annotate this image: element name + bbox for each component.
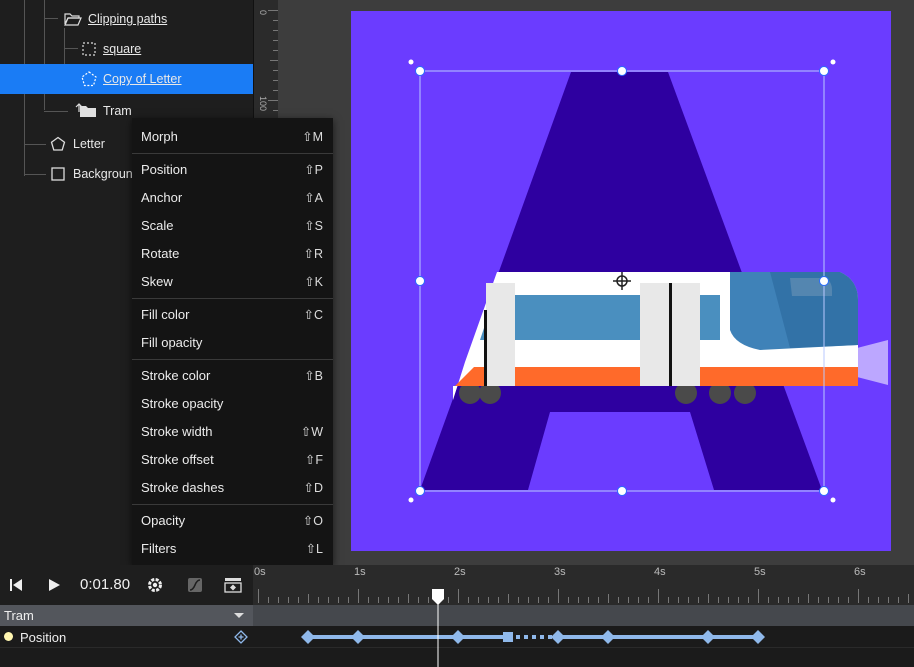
- timeline-panel: 0:01.80 0s 1s 2s 3s 4s 5s 6s Tram Position: [0, 565, 914, 667]
- keyframe[interactable]: [351, 630, 365, 644]
- menu-item-stroke-dashes[interactable]: Stroke dashes ⇧D: [132, 473, 333, 501]
- chevron-down-icon[interactable]: [234, 613, 244, 618]
- menu-item-stroke-width[interactable]: Stroke width ⇧W: [132, 417, 333, 445]
- property-row[interactable]: Position: [0, 626, 253, 648]
- resize-handle: [415, 486, 425, 496]
- rotate-handle: [830, 497, 836, 503]
- track-header[interactable]: Tram: [0, 605, 253, 626]
- keyframe[interactable]: [451, 630, 465, 644]
- skip-to-start-button[interactable]: [5, 574, 27, 596]
- play-icon: [49, 579, 60, 591]
- keyframe-icon: [224, 578, 242, 593]
- menu-item-rotate[interactable]: Rotate ⇧R: [132, 239, 333, 267]
- playhead-handle[interactable]: [432, 589, 444, 605]
- keyframe-toggle-button[interactable]: [222, 574, 244, 596]
- current-time: 0:01.80: [80, 576, 131, 593]
- tram-door: [486, 283, 515, 386]
- gear-icon: [148, 578, 162, 592]
- timeline-toolbar: 0:01.80: [0, 565, 253, 605]
- skip-start-icon: [10, 579, 22, 591]
- bulb-icon[interactable]: [4, 632, 13, 641]
- rotate-handle: [408, 59, 414, 65]
- rotate-handle: [830, 59, 836, 65]
- resize-handle: [617, 66, 627, 76]
- keyframe[interactable]: [601, 630, 615, 644]
- menu-item-opacity[interactable]: Opacity ⇧O: [132, 506, 333, 534]
- menu-item-fill-opacity[interactable]: Fill opacity: [132, 328, 333, 356]
- menu-item-position[interactable]: Position ⇧P: [132, 155, 333, 183]
- rotate-handle: [408, 497, 414, 503]
- keyframe[interactable]: [701, 630, 715, 644]
- menu-item-fill-color[interactable]: Fill color ⇧C: [132, 300, 333, 328]
- menu-item-skew[interactable]: Skew ⇧K: [132, 267, 333, 295]
- menu-item-scale[interactable]: Scale ⇧S: [132, 211, 333, 239]
- tram-door-line: [484, 310, 487, 386]
- menu-item-stroke-offset[interactable]: Stroke offset ⇧F: [132, 445, 333, 473]
- easing-button[interactable]: [184, 574, 206, 596]
- resize-handle: [819, 486, 829, 496]
- resize-handle: [819, 276, 829, 286]
- tram-graphic[interactable]: [453, 272, 888, 404]
- resize-handle: [415, 66, 425, 76]
- easing-curve-icon: [188, 578, 202, 592]
- menu-item-filters[interactable]: Filters ⇧L: [132, 534, 333, 562]
- menu-item-stroke-color[interactable]: Stroke color ⇧B: [132, 361, 333, 389]
- app-window: Clipping paths square Copy of Letter Tra…: [0, 0, 914, 667]
- add-keyframe-icon[interactable]: [234, 630, 248, 644]
- tram-door-line: [669, 283, 672, 386]
- timeline-graphics: [301, 589, 765, 667]
- settings-button[interactable]: [144, 574, 166, 596]
- menu-item-stroke-opacity[interactable]: Stroke opacity: [132, 389, 333, 417]
- keyframe[interactable]: [301, 630, 315, 644]
- play-button[interactable]: [43, 574, 65, 596]
- menu-item-anchor[interactable]: Anchor ⇧A: [132, 183, 333, 211]
- resize-handle: [819, 66, 829, 76]
- property-name: Position: [20, 630, 67, 645]
- resize-handle: [617, 486, 627, 496]
- resize-handle: [415, 276, 425, 286]
- menu-item-morph[interactable]: Morph ⇧M: [132, 122, 333, 150]
- context-menu: Morph ⇧M Position ⇧P Anchor ⇧A Scale ⇧S Rota…: [132, 118, 333, 565]
- keyframe[interactable]: [503, 632, 513, 642]
- keyframe[interactable]: [551, 630, 565, 644]
- keyframe[interactable]: [751, 630, 765, 644]
- track-name: Tram: [4, 608, 34, 623]
